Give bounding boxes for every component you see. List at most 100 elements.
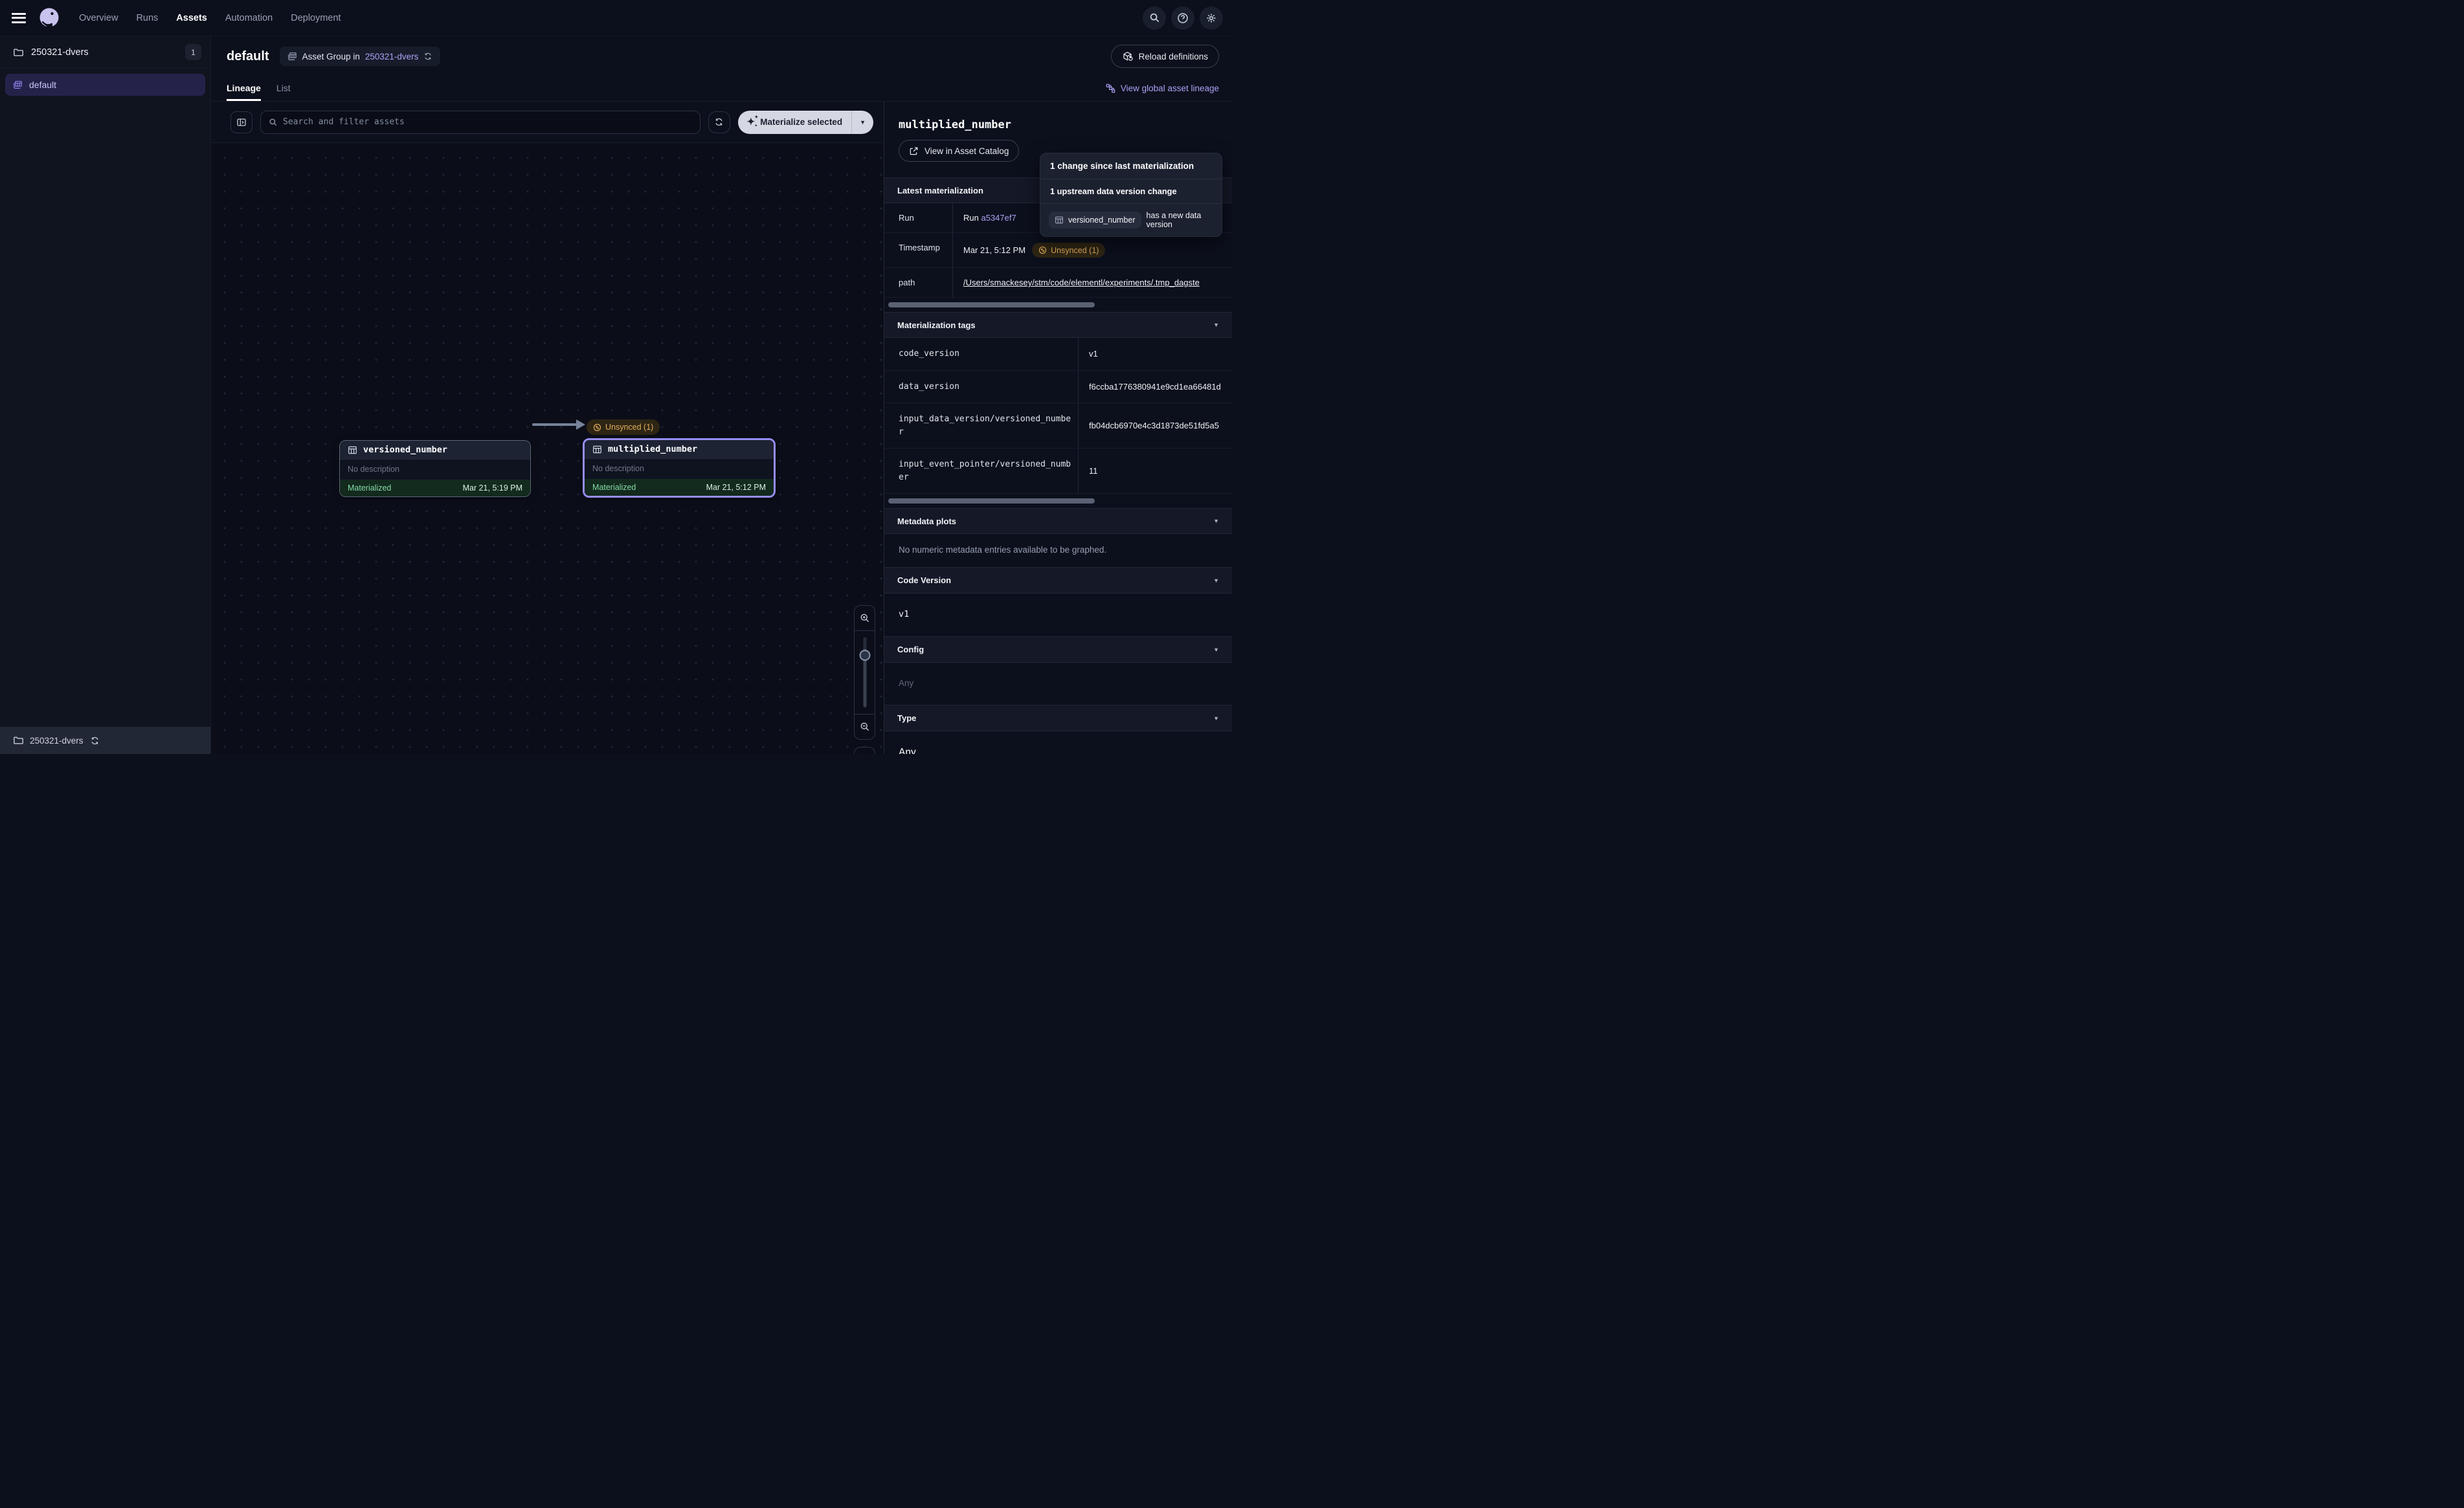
unsynced-badge-label: Unsynced (1) (605, 423, 653, 432)
config-value: Any (884, 663, 1232, 705)
popup-message: has a new data version (1147, 211, 1213, 229)
path-link[interactable]: /Users/smackesey/stm/code/elementl/exper… (963, 278, 1200, 287)
chevron-down-icon: ▼ (1213, 518, 1219, 524)
tab-lineage[interactable]: Lineage (227, 83, 261, 101)
nav-links: Overview Runs Assets Automation Deployme… (79, 13, 341, 23)
nav-overview[interactable]: Overview (79, 13, 118, 23)
view-in-asset-catalog-button[interactable]: View in Asset Catalog (899, 140, 1019, 162)
asset-pill-versioned-number[interactable]: versioned_number (1049, 212, 1141, 228)
horizontal-scrollbar[interactable] (888, 498, 1232, 504)
folder-icon (13, 735, 23, 746)
unsynced-icon (593, 423, 601, 432)
code-version-value: v1 (884, 593, 1232, 637)
refresh-button[interactable] (708, 111, 730, 133)
asset-search-input[interactable] (283, 117, 692, 127)
row-key: path (884, 268, 953, 297)
zoom-out-icon (860, 722, 870, 732)
horizontal-scrollbar[interactable] (888, 302, 1232, 307)
zoom-slider-track[interactable] (863, 638, 866, 707)
toggle-sidebar-panel-button[interactable] (230, 111, 252, 133)
type-value: Any (884, 731, 1232, 754)
unsynced-badge[interactable]: Unsynced (1) (1032, 243, 1105, 258)
page-header: default Asset Group in 250321-dvers Relo… (211, 36, 1232, 102)
materialize-options-caret[interactable]: ▼ (851, 111, 873, 134)
section-type[interactable]: Type ▼ (884, 705, 1232, 731)
asset-group-badge[interactable]: Asset Group in 250321-dvers (280, 47, 441, 66)
zoom-controls (854, 605, 875, 740)
asset-node-status: Materialized (348, 483, 391, 493)
zoom-in-icon (860, 613, 870, 623)
asset-group-badge-link[interactable]: 250321-dvers (365, 52, 419, 61)
table-row: code_version v1 (884, 338, 1232, 371)
sidebar-item-default[interactable]: default (5, 74, 205, 96)
lineage-graph-icon (1106, 83, 1115, 93)
zoom-slider-thumb[interactable] (859, 650, 870, 661)
metadata-plots-empty-text: No numeric metadata entries available to… (884, 534, 1232, 568)
search-icon (269, 118, 278, 127)
sparkle-icon: ✦✦✦ (747, 117, 756, 127)
lineage-edge (532, 418, 587, 431)
reload-definitions-label: Reload definitions (1139, 52, 1208, 61)
scrollbar-thumb[interactable] (888, 302, 1095, 307)
chevron-down-icon: ▼ (1213, 322, 1219, 328)
materialize-selected-label: Materialize selected (760, 117, 842, 127)
lineage-canvas: ✦✦✦ Materialize selected ▼ versioned_num… (211, 102, 884, 754)
refresh-icon (714, 117, 724, 127)
nav-automation[interactable]: Automation (225, 13, 273, 23)
tab-list[interactable]: List (276, 83, 291, 101)
asset-node-multiplied-number[interactable]: multiplied_number No description Materia… (583, 438, 776, 498)
table-icon (1055, 216, 1064, 225)
scrollbar-thumb[interactable] (888, 498, 1095, 504)
popup-subtitle: 1 upstream data version change (1040, 179, 1222, 204)
table-row: input_event_pointer/versioned_number 11 (884, 449, 1232, 494)
top-nav: Overview Runs Assets Automation Deployme… (0, 0, 1232, 36)
lineage-graph[interactable]: versioned_number No description Material… (211, 143, 884, 754)
asset-node-name: multiplied_number (608, 444, 697, 454)
reload-definitions-button[interactable]: Reload definitions (1111, 45, 1219, 68)
chevron-down-icon: ▼ (1213, 577, 1219, 584)
asset-group-icon (287, 52, 297, 61)
sidebar-item-label: default (29, 80, 56, 90)
row-key: Run (884, 203, 953, 232)
run-link[interactable]: a5347ef7 (981, 213, 1016, 223)
zoom-slider[interactable] (855, 630, 875, 715)
popup-title: 1 change since last materialization (1040, 153, 1222, 179)
asset-node-description: No description (340, 459, 530, 480)
section-materialization-tags[interactable]: Materialization tags ▼ (884, 312, 1232, 338)
zoom-out-button[interactable] (855, 715, 875, 739)
section-metadata-plots[interactable]: Metadata plots ▼ (884, 508, 1232, 534)
asset-node-timestamp: Mar 21, 5:19 PM (463, 483, 522, 493)
asset-node-timestamp: Mar 21, 5:12 PM (706, 483, 766, 492)
dagster-logo[interactable] (38, 6, 61, 30)
view-global-asset-lineage-link[interactable]: View global asset lineage (1106, 83, 1219, 101)
search-icon (1149, 12, 1160, 23)
zoom-in-button[interactable] (855, 606, 875, 630)
table-row: path /Users/smackesey/stm/code/elementl/… (884, 268, 1232, 298)
section-code-version[interactable]: Code Version ▼ (884, 568, 1232, 593)
materialize-selected-button[interactable]: ✦✦✦ Materialize selected ▼ (738, 111, 873, 134)
help-button[interactable] (1171, 6, 1194, 30)
settings-button[interactable] (1200, 6, 1223, 30)
sidebar-footer[interactable]: 250321-dvers (0, 727, 210, 754)
sync-icon[interactable] (423, 52, 432, 61)
table-icon (348, 445, 357, 455)
graph-settings-button[interactable] (854, 747, 875, 754)
asset-node-versioned-number[interactable]: versioned_number No description Material… (339, 440, 531, 497)
sidebar-group-250321-dvers[interactable]: 250321-dvers 1 (0, 36, 210, 69)
asset-group-icon (13, 80, 23, 90)
search-button[interactable] (1143, 6, 1166, 30)
row-key: Timestamp (884, 233, 953, 267)
section-config[interactable]: Config ▼ (884, 637, 1232, 663)
sync-icon[interactable] (90, 736, 100, 746)
nav-assets[interactable]: Assets (176, 13, 207, 23)
unsynced-badge[interactable]: Unsynced (1) (587, 419, 660, 435)
nav-deployment[interactable]: Deployment (291, 13, 341, 23)
asset-node-description: No description (585, 458, 774, 479)
chevron-down-icon: ▼ (1213, 715, 1219, 722)
nav-runs[interactable]: Runs (136, 13, 158, 23)
table-row: data_version f6ccba1776380941e9cd1ea6648… (884, 371, 1232, 404)
table-row: Timestamp Mar 21, 5:12 PM Unsynced (1) (884, 233, 1232, 268)
asset-search[interactable] (260, 111, 700, 134)
chevron-down-icon: ▼ (1213, 647, 1219, 653)
menu-icon[interactable] (12, 13, 26, 23)
